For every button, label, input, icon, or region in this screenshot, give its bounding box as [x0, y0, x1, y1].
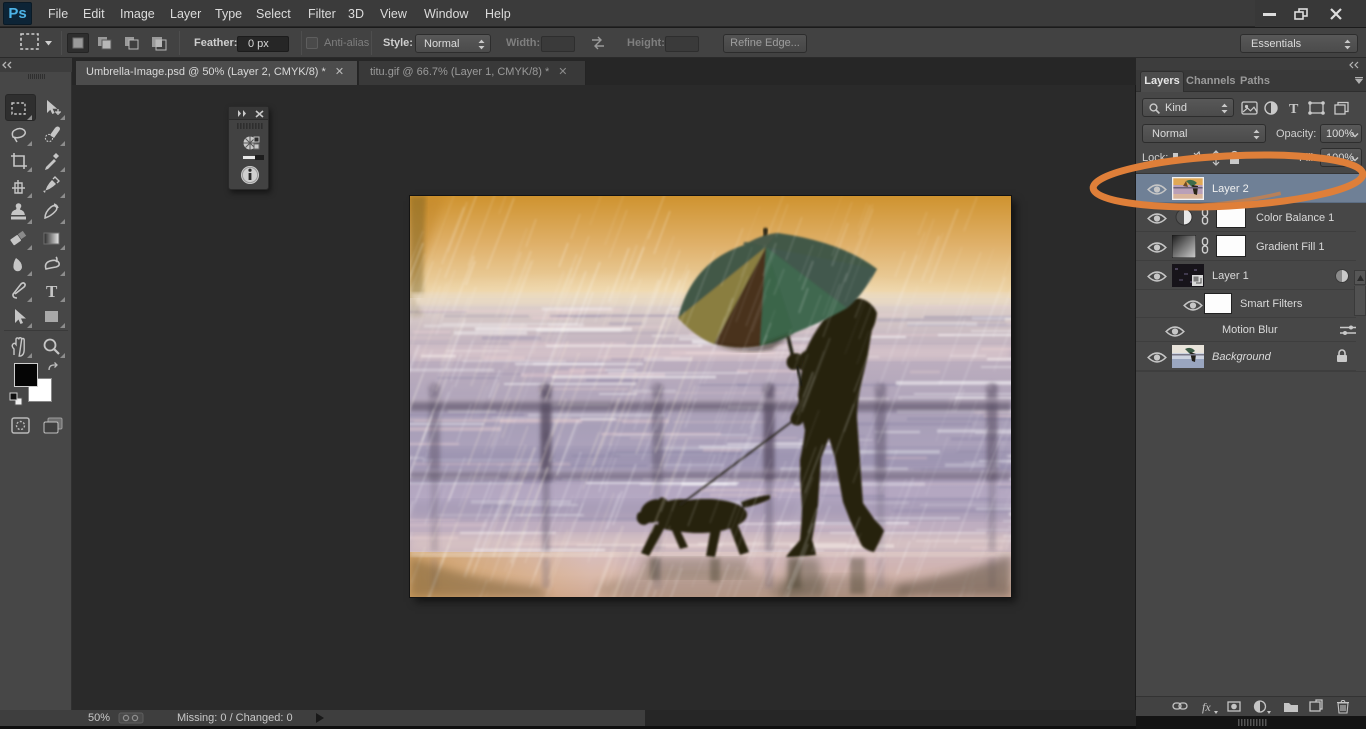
svg-text:fx: fx — [1202, 700, 1211, 714]
svg-text:T: T — [1289, 102, 1299, 117]
svg-text:T: T — [46, 282, 58, 301]
